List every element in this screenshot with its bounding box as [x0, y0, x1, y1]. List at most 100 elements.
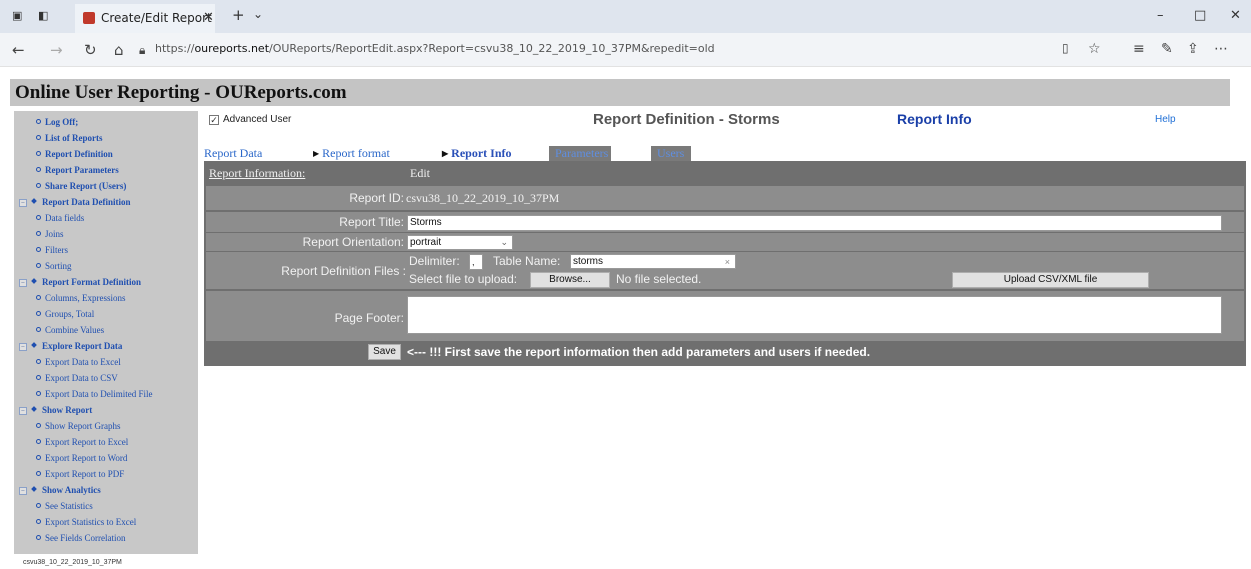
new-tab-icon[interactable]: +	[232, 6, 245, 24]
sidebar-item-columns-expressions[interactable]: Columns, Expressions	[36, 292, 126, 305]
sidebar-item-export-report-pdf[interactable]: Export Report to PDF	[36, 468, 124, 481]
no-file-label: No file selected.	[616, 272, 702, 286]
share-icon[interactable]: ⇪	[1187, 41, 1199, 57]
page-header: Online User Reporting - OUReports.com	[10, 79, 1230, 106]
bullet-icon	[36, 327, 41, 332]
minimize-icon[interactable]: –	[1157, 8, 1164, 23]
save-button[interactable]: Save	[368, 344, 401, 360]
bullet-icon	[36, 471, 41, 476]
sidebar-item-export-data-csv[interactable]: Export Data to CSV	[36, 372, 118, 385]
checkbox-checked-icon[interactable]: ✓	[209, 115, 219, 125]
close-tab-icon[interactable]: ✕	[203, 10, 214, 25]
report-id-label: Report ID:	[349, 191, 404, 205]
sidebar-item-export-data-delimited[interactable]: Export Data to Delimited File	[36, 388, 152, 401]
tab-report-info[interactable]: ▶ Report Info	[442, 146, 511, 161]
bullet-icon	[36, 455, 41, 460]
back-icon[interactable]: ←	[12, 41, 25, 59]
edit-label: Edit	[410, 166, 430, 180]
bullet-icon	[36, 535, 41, 540]
sidebar-item-see-fields-correlation[interactable]: See Fields Correlation	[36, 532, 126, 545]
tab-report-format[interactable]: ▶ Report format	[313, 146, 390, 161]
sidebar-item-export-report-excel[interactable]: Export Report to Excel	[36, 436, 128, 449]
refresh-icon[interactable]: ↻	[84, 41, 97, 59]
diamond-icon	[31, 198, 37, 204]
orientation-select[interactable]: portrait ⌄	[407, 235, 513, 250]
chevron-down-icon[interactable]: ⌄	[253, 7, 263, 21]
collapse-icon[interactable]: −	[19, 407, 27, 415]
sidebar-item-export-report-word[interactable]: Export Report to Word	[36, 452, 127, 465]
sidebar-item-report-parameters[interactable]: Report Parameters	[36, 164, 119, 177]
table-name-input[interactable]: storms ×	[570, 254, 736, 269]
collapse-icon[interactable]: −	[19, 487, 27, 495]
sidebar: Log Off; List of Reports Report Definiti…	[14, 111, 198, 554]
tab-report-data[interactable]: Report Data	[204, 146, 262, 161]
sidebar-item-combine-values[interactable]: Combine Values	[36, 324, 104, 337]
advanced-user-checkbox[interactable]: ✓ Advanced User	[209, 114, 291, 125]
bullet-icon	[36, 391, 41, 396]
sidebar-item-groups-total[interactable]: Groups, Total	[36, 308, 94, 321]
page-footer-textarea[interactable]	[407, 296, 1222, 334]
home-icon[interactable]: ⌂	[114, 41, 124, 59]
table-name-label: Table Name:	[493, 254, 561, 268]
browser-tab-bar: ▣ ◧ Create/Edit Report ✕ + ⌄ – □ ✕	[0, 0, 1251, 33]
report-definition-title: Report Definition - Storms	[593, 111, 780, 128]
sidebar-group-explore-report-data[interactable]: − Explore Report Data	[19, 340, 122, 353]
app-title: Online User Reporting - OUReports.com	[15, 82, 347, 103]
browse-button[interactable]: Browse...	[530, 272, 610, 288]
help-link[interactable]: Help	[1155, 114, 1176, 125]
tab-aside-icon[interactable]: ◧	[38, 10, 50, 22]
sidebar-item-sorting[interactable]: Sorting	[36, 260, 72, 273]
sidebar-item-export-statistics-excel[interactable]: Export Statistics to Excel	[36, 516, 136, 529]
sidebar-group-report-format-definition[interactable]: − Report Format Definition	[19, 276, 141, 289]
more-icon[interactable]: ⋯	[1214, 41, 1228, 57]
tab-parameters[interactable]: Parameters	[549, 146, 611, 161]
bullet-icon	[36, 119, 41, 124]
delimiter-input[interactable]: ,	[469, 254, 483, 270]
lock-icon[interactable]: 🔒︎	[139, 43, 145, 58]
sidebar-item-see-statistics[interactable]: See Statistics	[36, 500, 93, 513]
bullet-icon	[36, 295, 41, 300]
upload-csv-xml-button[interactable]: Upload CSV/XML file	[952, 272, 1149, 288]
sidebar-item-data-fields[interactable]: Data fields	[36, 212, 84, 225]
sidebar-item-list-of-reports[interactable]: List of Reports	[36, 132, 103, 145]
pen-icon[interactable]: ✎	[1161, 41, 1173, 57]
tab-actions-icon[interactable]: ▣	[12, 10, 24, 22]
sidebar-item-filters[interactable]: Filters	[36, 244, 68, 257]
report-title-input[interactable]: Storms	[407, 215, 1222, 231]
forward-icon[interactable]: →	[50, 41, 63, 59]
sidebar-item-share-report[interactable]: Share Report (Users)	[36, 180, 126, 193]
bullet-icon	[36, 359, 41, 364]
bullet-icon	[36, 167, 41, 172]
url-field[interactable]: https://oureports.net/OUReports/ReportEd…	[155, 42, 715, 55]
maximize-icon[interactable]: □	[1194, 8, 1206, 23]
bullet-icon	[36, 375, 41, 380]
bullet-icon	[36, 311, 41, 316]
chevron-down-icon: ⌄	[500, 237, 508, 247]
close-window-icon[interactable]: ✕	[1230, 8, 1241, 23]
sidebar-item-export-data-excel[interactable]: Export Data to Excel	[36, 356, 121, 369]
sidebar-item-joins[interactable]: Joins	[36, 228, 64, 241]
sidebar-group-show-report[interactable]: − Show Report	[19, 404, 92, 417]
bullet-icon	[36, 247, 41, 252]
sidebar-item-log-off[interactable]: Log Off;	[36, 116, 78, 129]
reading-view-icon[interactable]: ▯	[1062, 41, 1069, 55]
tab-users[interactable]: Users	[651, 146, 691, 161]
collapse-icon[interactable]: −	[19, 279, 27, 287]
sidebar-item-show-report-graphs[interactable]: Show Report Graphs	[36, 420, 121, 433]
clear-icon[interactable]: ×	[725, 255, 730, 268]
collapse-icon[interactable]: −	[19, 199, 27, 207]
browser-tab[interactable]: Create/Edit Report ✕	[75, 4, 215, 33]
collapse-icon[interactable]: −	[19, 343, 27, 351]
favorite-star-icon[interactable]: ☆	[1088, 41, 1101, 57]
sidebar-item-report-definition[interactable]: Report Definition	[36, 148, 113, 161]
triangle-right-icon: ▶	[442, 149, 449, 158]
sidebar-group-report-data-definition[interactable]: − Report Data Definition	[19, 196, 131, 209]
report-information-header: Report Information:	[209, 166, 306, 180]
sidebar-group-show-analytics[interactable]: − Show Analytics	[19, 484, 101, 497]
bullet-icon	[36, 231, 41, 236]
browser-tab-title: Create/Edit Report	[101, 11, 212, 25]
save-note: <--- !!! First save the report informati…	[407, 345, 871, 359]
diamond-icon	[31, 278, 37, 284]
favorites-list-icon[interactable]: ≡	[1133, 41, 1145, 57]
definition-files-label: Report Definition Files :	[281, 264, 406, 278]
